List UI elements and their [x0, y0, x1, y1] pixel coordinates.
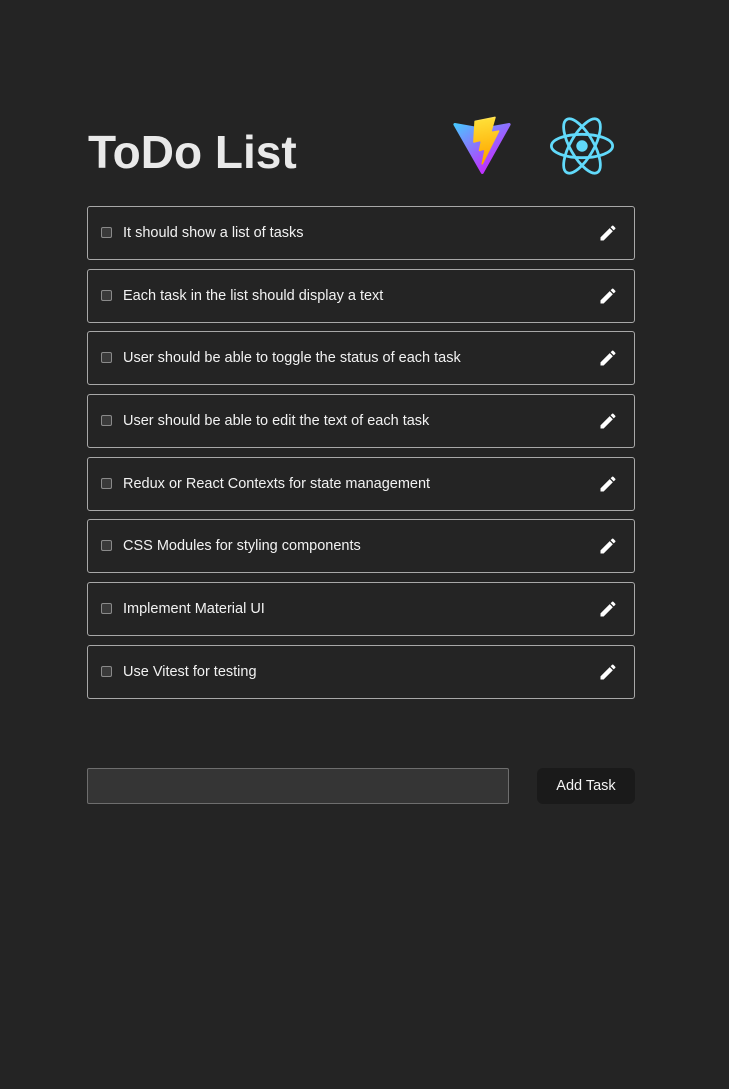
task-item: Implement Material UI: [87, 582, 635, 637]
app-header: ToDo List: [88, 112, 634, 182]
task-text: Each task in the list should display a t…: [123, 287, 384, 304]
task-checkbox[interactable]: [101, 477, 112, 489]
task-checkbox[interactable]: [101, 227, 112, 238]
new-task-input[interactable]: [87, 768, 509, 804]
task-checkbox[interactable]: [101, 665, 112, 677]
task-checkbox[interactable]: [101, 289, 112, 301]
task-text: Redux or React Contexts for state manage…: [123, 475, 431, 492]
pencil-icon[interactable]: [598, 286, 618, 306]
pencil-icon[interactable]: [598, 599, 618, 619]
react-logo: [550, 117, 614, 175]
task-checkbox[interactable]: [101, 603, 112, 615]
task-list: It should show a list of tasks Each task…: [87, 206, 635, 708]
task-text: Implement Material UI: [123, 601, 265, 618]
task-item: User should be able to edit the text of …: [87, 394, 635, 449]
task-text: Use Vitest for testing: [123, 663, 257, 680]
task-item: User should be able to toggle the status…: [87, 331, 635, 386]
page-title: ToDo List: [88, 126, 297, 178]
task-text: User should be able to edit the text of …: [123, 413, 430, 430]
task-checkbox[interactable]: [101, 415, 112, 427]
task-item: Use Vitest for testing: [87, 644, 635, 699]
task-checkbox[interactable]: [101, 540, 112, 552]
task-item: It should show a list of tasks: [87, 206, 635, 260]
pencil-icon[interactable]: [598, 474, 618, 494]
task-text: It should show a list of tasks: [123, 225, 304, 241]
add-task-button[interactable]: Add Task: [537, 768, 635, 804]
task-item: Redux or React Contexts for state manage…: [87, 456, 635, 511]
pencil-icon[interactable]: [598, 662, 618, 682]
pencil-icon[interactable]: [598, 536, 618, 556]
task-item: CSS Modules for styling components: [87, 519, 635, 574]
task-item: Each task in the list should display a t…: [87, 268, 635, 323]
pencil-icon[interactable]: [598, 348, 618, 368]
task-text: User should be able to toggle the status…: [123, 350, 461, 367]
vite-logo: [453, 116, 511, 175]
task-checkbox[interactable]: [101, 352, 112, 364]
task-text: CSS Modules for styling components: [123, 538, 361, 555]
pencil-icon[interactable]: [598, 411, 618, 431]
pencil-icon[interactable]: [598, 223, 618, 243]
